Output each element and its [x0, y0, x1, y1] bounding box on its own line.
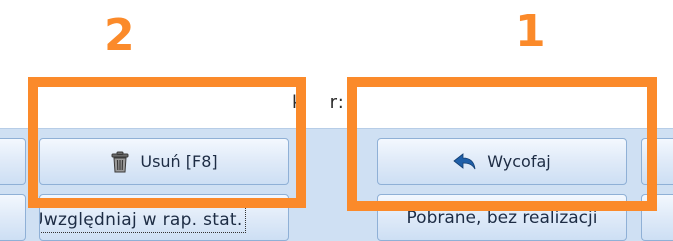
screenshot-stage: 2 1 kierr: Usuń [F8] Wyco: [0, 0, 673, 241]
highlight-box-1: [347, 77, 657, 211]
annotation-number-1: 1: [515, 6, 546, 57]
obscured-label-right-fragment: r:: [329, 92, 345, 113]
include-in-stats-label: Uwzględniaj w rap. stat.: [40, 206, 246, 233]
toolbar-button-left-edge-lower[interactable]: [0, 194, 26, 241]
annotation-number-2: 2: [104, 10, 135, 61]
toolbar-button-left-edge[interactable]: [0, 138, 26, 185]
highlight-box-2: [28, 77, 306, 208]
